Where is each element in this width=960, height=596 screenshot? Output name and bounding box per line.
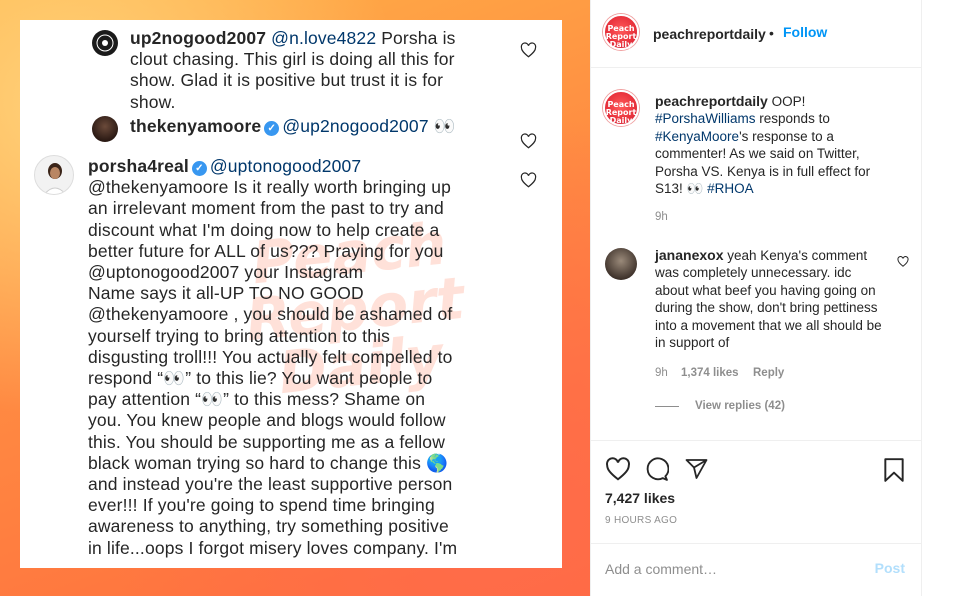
logo-text: Peach Report Daily — [605, 24, 637, 49]
comment-2-username: thekenyamoore — [130, 116, 262, 136]
comment-3-username: porsha4real — [88, 156, 189, 176]
caption-username[interactable]: peachreportdaily — [655, 93, 768, 109]
comment-2: thekenyamoore ✓ @up2nogood2007 👀 — [130, 116, 530, 137]
avatar-up2nogood2007 — [92, 30, 118, 56]
heart-icon[interactable] — [605, 457, 631, 481]
comment-likes[interactable]: 1,374 likes — [681, 367, 739, 379]
comment-3-line: pay attention “👀” to this mess? Shame on — [88, 389, 426, 410]
comment-time[interactable]: 9h — [655, 367, 668, 379]
verified-badge-icon: ✓ — [264, 121, 280, 136]
post-image[interactable]: Peach Report Daily up2nogood2007 @n.love… — [0, 0, 590, 596]
comment-1: up2nogood2007 @n.love4822 Porsha is clou… — [130, 28, 530, 113]
post-sidebar: Peach Report Daily peachreportdaily • Fo… — [590, 0, 922, 596]
comment-3-mention: @uptonogood2007 — [209, 156, 362, 176]
comment-3-line: this. You should be supporting me as a f… — [88, 431, 445, 452]
caption-avatar[interactable]: Peach Report Daily — [603, 90, 639, 126]
header-separator: • — [769, 25, 774, 41]
post-header: Peach Report Daily peachreportdaily • Fo… — [591, 0, 921, 68]
hashtag-rhoa[interactable]: #RHOA — [707, 181, 754, 196]
comment-jananexox: jananexox yeah Kenya's comment was compl… — [655, 247, 887, 351]
share-icon[interactable] — [684, 457, 709, 481]
jananexox-avatar[interactable] — [605, 248, 637, 280]
post-actions: 7,427 likes 9 HOURS AGO Post — [591, 440, 921, 596]
view-replies-button[interactable]: View replies (42) — [695, 400, 785, 412]
comment-3-line: awareness to anything, try something pos… — [88, 516, 449, 537]
post-comment-button[interactable]: Post — [875, 560, 905, 576]
comment-3-line: Name says it all-UP TO NO GOOD — [88, 283, 364, 304]
comment-screenshot: Peach Report Daily up2nogood2007 @n.love… — [20, 20, 562, 568]
heart-icon[interactable] — [897, 256, 909, 267]
comment-1-line-1: Porsha is — [376, 28, 456, 48]
comment-1-line-3: show. Glad it is positive but trust it i… — [130, 70, 444, 91]
comment-icon[interactable] — [644, 457, 669, 482]
comment-3-line: discount what I'm doing now to help crea… — [88, 219, 440, 240]
heart-icon — [520, 42, 537, 58]
comment-body: yeah Kenya's comment was completely unne… — [655, 248, 882, 351]
comment-3-line: an irrelevant moment from the past to tr… — [88, 198, 444, 219]
heart-icon — [520, 172, 537, 188]
comment-3-line: and instead you're the least supportive … — [88, 474, 453, 495]
comment-1-username: up2nogood2007 — [130, 28, 267, 48]
add-comment-bar: Post — [591, 543, 921, 596]
comment-3-line: in life...oops I forgot misery loves com… — [88, 537, 458, 558]
post-caption: peachreportdaily OOP! #PorshaWilliams re… — [655, 93, 889, 197]
page-margin — [922, 0, 960, 596]
comment-2-mention: @up2nogood2007 — [282, 116, 429, 136]
heart-icon — [520, 133, 537, 149]
add-comment-input[interactable] — [605, 558, 855, 580]
comment-3-line: you. You knew people and blogs would fol… — [88, 410, 446, 431]
comment-3-line: better future for ALL of us??? Praying f… — [88, 240, 444, 261]
eyes-emoji: 👀 — [433, 116, 456, 136]
comment-username[interactable]: jananexox — [655, 247, 723, 263]
comment-1-line-4: show. — [130, 91, 176, 112]
hashtag-porshawilliams[interactable]: #PorshaWilliams — [655, 111, 756, 126]
reply-button[interactable]: Reply — [753, 367, 784, 379]
caption-text-1: OOP! — [767, 94, 806, 109]
verified-badge-icon: ✓ — [191, 161, 207, 176]
hashtag-kenyamoore[interactable]: #KenyaMoore — [655, 129, 739, 144]
replies-divider — [655, 406, 679, 407]
caption-text-2: responds to — [755, 111, 830, 127]
likes-count[interactable]: 7,427 likes — [605, 490, 675, 506]
follow-button[interactable]: Follow — [783, 24, 827, 40]
comment-3-line: @uptonogood2007 your Instagram — [88, 262, 364, 283]
avatar-thekenyamoore — [92, 116, 118, 142]
comment-3-line: black woman trying so hard to change thi… — [88, 452, 448, 473]
post-timestamp[interactable]: 9 HOURS AGO — [605, 515, 677, 526]
header-username[interactable]: peachreportdaily — [653, 26, 766, 42]
comment-3-line: respond “👀” to this lie? You want people… — [88, 368, 433, 389]
comment-3-line: yourself trying to bring attention to th… — [88, 325, 391, 346]
comment-3-line: disgusting troll!!! You actually felt co… — [88, 346, 453, 367]
logo-text: Peach Report Daily — [605, 100, 637, 125]
comment-3-line: ever!!! If you're going to spend time br… — [88, 495, 435, 516]
comment-3: porsha4real ✓ @uptonogood2007 @thekenyamoo… — [88, 156, 528, 559]
bookmark-icon[interactable] — [883, 457, 905, 483]
comment-1-mention: @n.love4822 — [271, 28, 377, 48]
peachreportdaily-avatar[interactable]: Peach Report Daily — [603, 14, 639, 50]
comment-3-line: @thekenyamoore Is it really worth bringi… — [88, 177, 452, 198]
comment-1-line-2: clout chasing. This girl is doing all th… — [130, 49, 455, 70]
comment-3-line: @thekenyamoore , you should be ashamed o… — [88, 304, 453, 325]
caption-time[interactable]: 9h — [655, 211, 668, 223]
avatar-porsha4real — [34, 155, 74, 195]
